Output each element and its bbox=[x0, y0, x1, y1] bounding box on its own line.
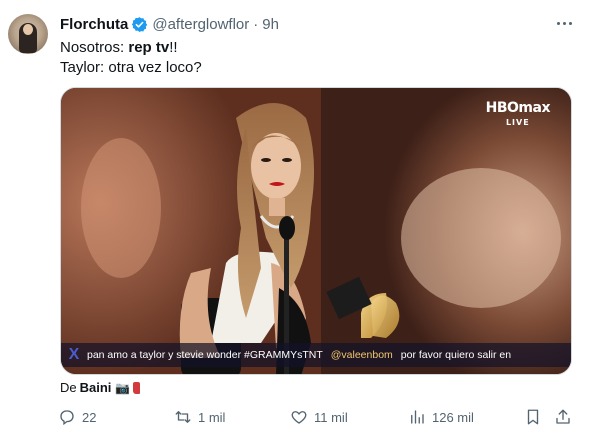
like-button[interactable]: 11 mil bbox=[290, 408, 348, 426]
bookmark-icon bbox=[527, 409, 539, 425]
tweet-line-1-prefix: Nosotros: bbox=[60, 39, 129, 56]
hbo-brand: HBOmax bbox=[485, 100, 551, 116]
share-icon bbox=[556, 409, 570, 424]
meta-separator: · bbox=[253, 15, 259, 33]
eye-left bbox=[261, 158, 271, 162]
views-icon bbox=[411, 410, 424, 424]
more-dot bbox=[556, 21, 560, 25]
eye-right bbox=[282, 158, 292, 162]
like-count: 11 mil bbox=[314, 409, 348, 425]
verified-badge-icon bbox=[132, 16, 148, 32]
views-count: 126 mil bbox=[432, 409, 474, 425]
ticker-segment: pan amo a taylor y stevie wonder #GRAMMY… bbox=[87, 349, 323, 361]
reply-icon bbox=[60, 410, 74, 426]
heart-icon bbox=[291, 411, 307, 424]
tweet-text: Nosotros: rep tv!! Taylor: otra vez loco… bbox=[60, 38, 202, 78]
hbo-max-logo: HBOmax LIVE bbox=[485, 100, 551, 127]
more-dot bbox=[562, 21, 566, 25]
boot-emoji-icon bbox=[133, 381, 141, 394]
media-attribution: De Baini 📷 bbox=[60, 380, 141, 395]
x-logo-icon: X bbox=[68, 346, 80, 363]
tweet-timestamp[interactable]: 9h bbox=[262, 16, 279, 33]
tweet-media[interactable]: HBOmax LIVE X pan amo a taylor y stevie … bbox=[60, 87, 572, 375]
display-name[interactable]: Florchuta bbox=[60, 16, 128, 33]
reply-count: 22 bbox=[82, 409, 97, 425]
attribution-prefix: De bbox=[60, 380, 77, 395]
ticker-mention: @valeenbom bbox=[330, 349, 393, 361]
action-bar: 22 1 mil 11 mil 126 mil bbox=[52, 408, 582, 432]
more-dot bbox=[568, 21, 572, 25]
repost-icon bbox=[175, 411, 191, 423]
media-photo bbox=[61, 88, 571, 374]
tweet-line-1: Nosotros: rep tv!! bbox=[60, 38, 202, 58]
camera-emoji-icon: 📷 bbox=[115, 380, 131, 395]
more-icon[interactable] bbox=[553, 14, 575, 32]
bookmark-button[interactable] bbox=[524, 408, 542, 426]
repost-button[interactable]: 1 mil bbox=[174, 408, 225, 426]
avatar-face bbox=[23, 24, 33, 35]
tweet-line-1-suffix: !! bbox=[169, 39, 178, 56]
tweet[interactable]: Florchuta @afterglowflor · 9h Nosotros: … bbox=[0, 0, 598, 436]
media-bg-hand bbox=[81, 138, 161, 278]
author-handle[interactable]: @afterglowflor bbox=[152, 16, 249, 33]
microphone bbox=[279, 216, 295, 240]
views-button[interactable]: 126 mil bbox=[408, 408, 474, 426]
repost-count: 1 mil bbox=[198, 409, 226, 425]
ticker-segment: por favor quiero salir en bbox=[400, 349, 512, 361]
tweet-line-2: Taylor: otra vez loco? bbox=[60, 59, 202, 76]
share-button[interactable] bbox=[554, 408, 572, 426]
tweet-line-1-bold: rep tv bbox=[128, 39, 170, 56]
avatar[interactable] bbox=[8, 14, 48, 54]
neck bbox=[269, 198, 285, 216]
ticker-bar: X pan amo a taylor y stevie wonder #GRAM… bbox=[61, 343, 571, 367]
reply-button[interactable]: 22 bbox=[58, 408, 96, 426]
tweet-header: Florchuta @afterglowflor · 9h bbox=[60, 14, 279, 34]
media-bg-face bbox=[401, 168, 561, 308]
attribution-source[interactable]: Baini bbox=[80, 380, 112, 395]
live-label: LIVE bbox=[505, 118, 530, 127]
